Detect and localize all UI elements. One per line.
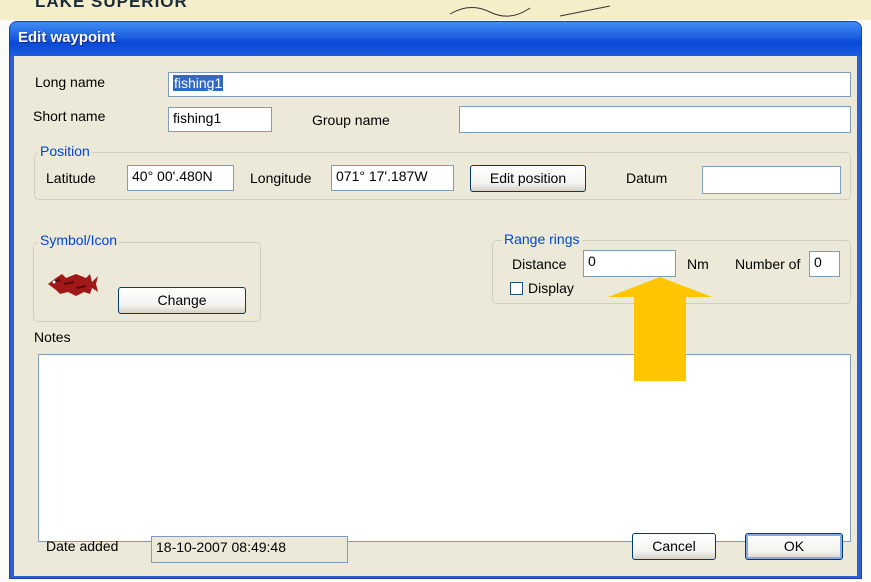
edit-waypoint-dialog: Edit waypoint Long name fishing1 Short n… <box>10 22 861 578</box>
number-of-input[interactable]: 0 <box>809 251 840 277</box>
short-name-input[interactable]: fishing1 <box>168 107 272 132</box>
map-caption: LAKE SUPERIOR <box>35 0 188 11</box>
title-bar[interactable]: Edit waypoint <box>10 22 861 56</box>
edit-position-button[interactable]: Edit position <box>470 165 586 192</box>
date-added-value: 18-10-2007 08:49:48 <box>151 536 348 563</box>
fish-icon <box>48 274 98 296</box>
notes-textarea[interactable] <box>38 354 851 542</box>
notes-label: Notes <box>34 329 71 345</box>
symbol-legend: Symbol/Icon <box>38 232 120 248</box>
group-name-input[interactable] <box>459 106 851 133</box>
dialog-title: Edit waypoint <box>18 29 116 46</box>
ok-button[interactable]: OK <box>745 533 843 560</box>
up-arrow-icon <box>608 277 712 381</box>
date-added-label: Date added <box>46 538 119 554</box>
datum-label: Datum <box>626 170 668 186</box>
longitude-input[interactable]: 071° 17'.187W <box>331 165 454 191</box>
latitude-input[interactable]: 40° 00'.480N <box>127 165 234 191</box>
datum-input[interactable] <box>702 166 841 194</box>
coastline-icon <box>449 5 611 17</box>
distance-input[interactable]: 0 <box>583 250 676 277</box>
long-name-input[interactable]: fishing1 <box>168 72 851 97</box>
short-name-label: Short name <box>33 108 106 124</box>
position-legend: Position <box>38 143 92 159</box>
longitude-label: Longitude <box>250 170 312 186</box>
group-name-label: Group name <box>312 112 390 128</box>
latitude-label: Latitude <box>46 170 96 186</box>
change-icon-button[interactable]: Change <box>118 287 246 314</box>
long-name-value: fishing1 <box>173 75 224 91</box>
cancel-button[interactable]: Cancel <box>632 533 716 560</box>
distance-unit: Nm <box>687 256 709 272</box>
display-checkbox[interactable] <box>510 282 523 295</box>
number-of-label: Number of <box>735 256 801 272</box>
range-rings-legend: Range rings <box>502 231 582 247</box>
long-name-label: Long name <box>35 74 106 90</box>
distance-label: Distance <box>512 256 567 272</box>
dialog-client-area: Long name fishing1 Short name fishing1 G… <box>14 56 857 576</box>
display-label: Display <box>528 280 574 296</box>
